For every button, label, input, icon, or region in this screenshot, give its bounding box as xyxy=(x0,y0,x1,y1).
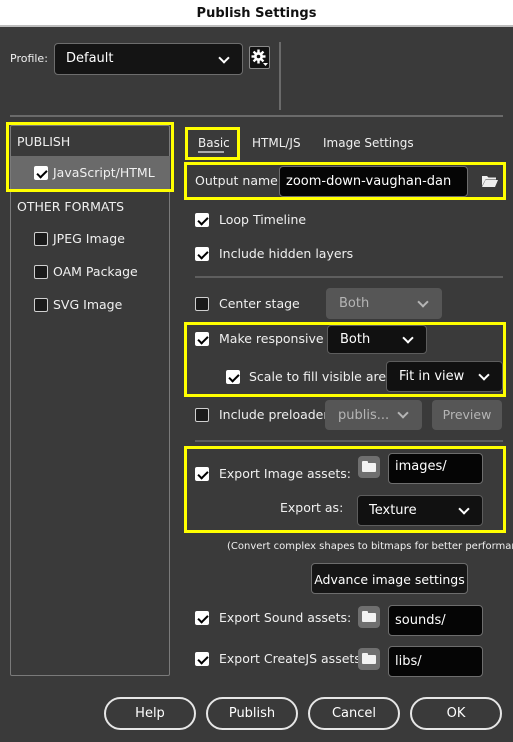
help-button[interactable]: Help xyxy=(104,697,196,730)
section-divider xyxy=(195,440,503,442)
svg-image-checkbox[interactable] xyxy=(34,298,48,312)
ok-button[interactable]: OK xyxy=(410,697,502,730)
highlight-export-image xyxy=(184,446,506,533)
jpeg-image-label: JPEG Image xyxy=(53,231,125,246)
export-sound-assets-label: Export Sound assets: xyxy=(219,610,352,625)
chevron-down-icon xyxy=(417,296,429,308)
include-preloader-label: Include preloader xyxy=(219,407,329,422)
section-divider xyxy=(195,276,503,278)
gear-icon xyxy=(251,49,268,66)
export-createjs-assets-label: Export CreateJS assets: xyxy=(219,651,366,666)
chevron-down-icon xyxy=(397,407,409,419)
profile-settings-button[interactable] xyxy=(249,46,270,69)
window-title: Publish Settings xyxy=(0,0,513,27)
profile-value: Default xyxy=(66,51,114,66)
preloader-dropdown[interactable]: publis... xyxy=(325,400,422,430)
createjs-assets-folder-button[interactable] xyxy=(358,648,380,670)
profile-label: Profile: xyxy=(10,52,48,65)
folder-icon xyxy=(362,611,376,622)
other-formats-header: OTHER FORMATS xyxy=(17,199,125,214)
export-hint: (Convert complex shapes to bitmaps for b… xyxy=(227,541,513,552)
highlight-responsive xyxy=(184,322,506,397)
vertical-divider xyxy=(279,42,281,110)
center-stage-label: Center stage xyxy=(219,296,300,311)
include-preloader-checkbox[interactable] xyxy=(195,408,209,422)
highlight-publish xyxy=(6,122,174,192)
sound-assets-path-input[interactable]: sounds/ xyxy=(388,605,483,636)
tab-html-js[interactable]: HTML/JS xyxy=(252,136,301,150)
chevron-down-icon xyxy=(218,52,230,64)
svg-image-label: SVG Image xyxy=(53,297,123,312)
loop-timeline-label: Loop Timeline xyxy=(219,212,307,227)
advance-image-settings-button[interactable]: Advance image settings xyxy=(311,563,468,594)
preloader-value: publis... xyxy=(338,408,390,423)
center-stage-dropdown[interactable]: Both xyxy=(326,288,442,319)
folder-icon xyxy=(362,653,376,664)
createjs-assets-path-input[interactable]: libs/ xyxy=(388,646,483,677)
publish-button[interactable]: Publish xyxy=(206,697,298,730)
center-stage-checkbox[interactable] xyxy=(195,297,209,311)
profile-dropdown[interactable]: Default xyxy=(54,43,243,75)
cancel-button[interactable]: Cancel xyxy=(308,697,400,730)
highlight-basic-tab xyxy=(185,127,240,160)
preview-button[interactable]: Preview xyxy=(432,400,502,430)
export-createjs-assets-checkbox[interactable] xyxy=(195,652,209,666)
tab-image-settings[interactable]: Image Settings xyxy=(323,136,414,150)
jpeg-image-checkbox[interactable] xyxy=(34,232,48,246)
sound-assets-folder-button[interactable] xyxy=(358,606,380,628)
export-sound-assets-checkbox[interactable] xyxy=(195,611,209,625)
highlight-output-name xyxy=(184,162,506,200)
oam-package-label: OAM Package xyxy=(53,264,138,279)
include-hidden-layers-label: Include hidden layers xyxy=(219,246,354,261)
center-stage-value: Both xyxy=(339,296,370,311)
include-hidden-layers-checkbox[interactable] xyxy=(195,247,209,261)
loop-timeline-checkbox[interactable] xyxy=(195,213,209,227)
oam-package-checkbox[interactable] xyxy=(34,265,48,279)
horizontal-divider xyxy=(10,115,503,117)
